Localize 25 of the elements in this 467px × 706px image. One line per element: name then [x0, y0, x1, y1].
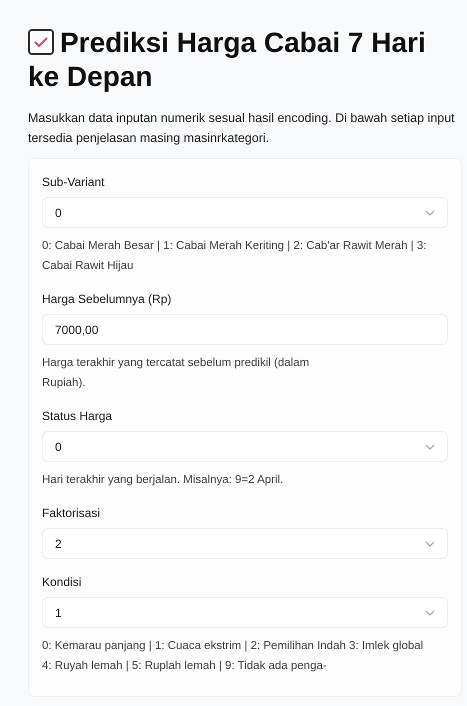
page-title: Prediksi Harga Cabai 7 Hari ke Depan [28, 26, 427, 94]
field-label: Sub-Variant [42, 174, 106, 191]
field-hint: 0: Cabai Merah Besar | 1: Cabai Merah Keriting | 2: Cab'ar Rawit Merah | 3: Cabai Rawit Hijau [42, 239, 428, 274]
select-value: 0 [55, 438, 62, 456]
field-hint: Harga terakhir yang tercatat sebelum predikil (dalam Rupiah). [42, 356, 310, 391]
select-value: 2 [55, 536, 62, 552]
select-field[interactable]: 2 [42, 528, 448, 559]
select-field[interactable]: 0 [42, 431, 448, 462]
select-field[interactable]: 1 [42, 597, 448, 628]
field-label: Kondisi [42, 574, 82, 591]
select-value: 1 [55, 604, 62, 622]
field-hint: Hari terakhir yang berjalan. Misalnya: 9=2 April. [42, 473, 284, 488]
field-hint: 0: Kemarau panjang | 1: Cuaca ekstrim | 2: Pemilihan Indah 3: Imlek global 4: Ruyah lemah | 5: Ruplah lemah | 9: Tidak ada penga- [42, 639, 424, 674]
chevron-down-icon [425, 210, 435, 216]
chevron-down-icon [425, 540, 435, 546]
select-field[interactable]: 0 [42, 197, 448, 228]
checkbox-icon [28, 29, 54, 55]
chevron-down-icon [425, 610, 435, 616]
field-label: Status Harga [42, 408, 114, 425]
chevron-down-icon [425, 444, 435, 450]
field-label: Faktorisasi [42, 505, 102, 522]
page-description: Masukkan data inputan numerik sesual hasil encoding. Di bawah setiap input tersedia penjelasan masing masinrkategori. [28, 110, 456, 147]
select-value: 0 [55, 204, 62, 222]
field-label: Harga Sebelumnya (Rp) [42, 291, 172, 308]
input-field[interactable]: 7000,00 [42, 314, 448, 345]
